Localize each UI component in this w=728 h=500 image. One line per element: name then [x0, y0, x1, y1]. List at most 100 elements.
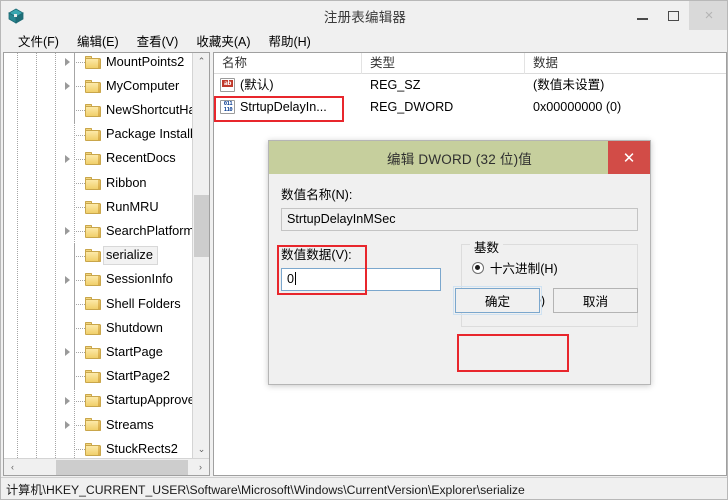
expand-arrow-icon[interactable]: [65, 227, 70, 236]
folder-icon: [85, 297, 101, 311]
tree-item-shell-folders[interactable]: Shell Folders: [4, 291, 192, 317]
dialog-row-data-base: 数值数据(V): 0 基数 十六进制(H) 十进制(D): [281, 237, 638, 327]
column-header-type[interactable]: 类型: [362, 53, 525, 74]
tree-connector-line: [74, 352, 85, 354]
tree-item-stuckrects2[interactable]: StuckRects2: [4, 437, 192, 458]
tree-scroll-up-button[interactable]: ⌃: [193, 53, 209, 70]
tree-item-label: StartPage2: [106, 368, 171, 384]
tree-item-newshortcuthan[interactable]: NewShortcutHan: [4, 98, 192, 123]
radio-hexadecimal[interactable]: 十六进制(H): [471, 258, 627, 277]
tree-guide-line: [74, 437, 75, 458]
close-button[interactable]: ×: [689, 1, 727, 30]
column-header-name[interactable]: 名称: [214, 53, 362, 74]
registry-values-list: ab (默认) REG_SZ (数值未设置) 011 110 StrtupDelayIn..…: [214, 74, 726, 118]
tree-scroll-thumb[interactable]: [194, 195, 209, 257]
tree-connector-line: [74, 328, 85, 330]
cancel-button[interactable]: 取消: [553, 288, 638, 313]
tree-item-label: RecentDocs: [106, 150, 176, 166]
maximize-button[interactable]: [658, 1, 689, 30]
tree-item-startupapproved[interactable]: StartupApproved: [4, 388, 192, 413]
folder-icon: [85, 200, 101, 214]
expand-arrow-icon[interactable]: [65, 154, 70, 163]
tree-item-label: StartupApproved: [106, 392, 192, 408]
expand-arrow-icon[interactable]: [65, 396, 70, 405]
edit-dword-dialog: 编辑 DWORD (32 位)值 ✕ 数值名称(N): StrtupDelayI…: [268, 140, 651, 385]
tree-scroll-right-button[interactable]: ›: [192, 459, 209, 476]
dialog-close-button[interactable]: ✕: [608, 141, 650, 174]
value-data-text: 0: [287, 272, 295, 286]
tree-item-startpage[interactable]: StartPage: [4, 340, 192, 365]
tree-item-label: serialize: [103, 246, 158, 265]
dialog-body: 数值名称(N): StrtupDelayInMSec 数值数据(V): 0 基数…: [269, 174, 650, 327]
string-value-icon: ab: [220, 78, 235, 92]
value-data-input[interactable]: 0: [281, 268, 441, 291]
tree-item-searchplatform[interactable]: SearchPlatform: [4, 219, 192, 244]
tree-item-label: StuckRects2: [106, 440, 178, 456]
folder-icon: [85, 249, 101, 263]
tree-item-ribbon[interactable]: Ribbon: [4, 170, 192, 196]
tree-connector-line: [74, 424, 85, 426]
folder-icon: [85, 55, 101, 69]
tree-connector-line: [74, 86, 85, 88]
folder-icon: [85, 176, 101, 190]
tree-guide-line: [74, 53, 75, 75]
ok-button[interactable]: 确定: [453, 286, 542, 315]
column-header-data[interactable]: 数据: [525, 53, 726, 74]
registry-editor-window: 注册表编辑器 × 文件(F) 编辑(E) 查看(V) 收藏夹(A) 帮助(H): [0, 0, 728, 500]
value-name-label: 数值名称(N):: [281, 188, 353, 202]
radio-hexadecimal-icon: [471, 261, 484, 274]
folder-icon: [85, 128, 101, 142]
tree-item-package-installat[interactable]: Package Installat: [4, 122, 192, 147]
tree-item-shutdown[interactable]: Shutdown: [4, 316, 192, 341]
tree-connector-line: [74, 110, 85, 112]
tree-scroll-down-button[interactable]: ⌄: [193, 441, 209, 458]
folder-icon: [85, 345, 101, 359]
tree-item-mycomputer[interactable]: MyComputer: [4, 74, 192, 99]
registry-tree[interactable]: MountPoints2 MyComputer NewShortcutHan Pack…: [4, 53, 192, 458]
registry-editor-icon: [6, 6, 26, 26]
tree-item-label: SearchPlatform: [106, 223, 192, 238]
tree-item-recentdocs[interactable]: RecentDocs: [4, 146, 192, 171]
tree-scroll-left-button[interactable]: ‹: [4, 459, 21, 476]
menu-item-view[interactable]: 查看(V): [128, 29, 188, 53]
menu-bar: 文件(F) 编辑(E) 查看(V) 收藏夹(A) 帮助(H): [1, 29, 727, 53]
tree-connector-line: [74, 158, 85, 160]
dialog-title-bar: 编辑 DWORD (32 位)值 ✕: [269, 141, 650, 174]
menu-item-edit[interactable]: 编辑(E): [68, 29, 128, 53]
expand-arrow-icon[interactable]: [65, 348, 70, 357]
text-caret: [295, 272, 297, 285]
tree-item-label: NewShortcutHan: [106, 102, 192, 118]
folder-icon: [85, 321, 101, 335]
menu-item-favorites[interactable]: 收藏夹(A): [187, 29, 259, 53]
folder-icon: [85, 418, 101, 432]
expand-arrow-icon[interactable]: [65, 420, 70, 429]
menu-item-help[interactable]: 帮助(H): [259, 29, 319, 53]
minimize-button[interactable]: [627, 1, 658, 30]
folder-icon: [85, 224, 101, 238]
expand-arrow-icon[interactable]: [65, 275, 70, 284]
tree-horizontal-scrollbar[interactable]: ‹ ›: [4, 458, 209, 475]
radio-hexadecimal-label: 十六进制(H): [489, 262, 558, 276]
tree-connector-line: [74, 279, 85, 281]
tree-hscroll-thumb[interactable]: [56, 460, 188, 475]
expand-arrow-icon[interactable]: [65, 82, 70, 91]
tree-item-runmru[interactable]: RunMRU: [4, 195, 192, 220]
table-row[interactable]: 011 110 StrtupDelayIn... REG_DWORD 0x0000000…: [214, 96, 726, 118]
tree-item-startpage2[interactable]: StartPage2: [4, 364, 192, 389]
expand-arrow-icon[interactable]: [65, 58, 70, 66]
tree-connector-line: [74, 182, 85, 184]
tree-item-streams[interactable]: Streams: [4, 412, 192, 437]
tree-item-sessioninfo[interactable]: SessionInfo: [4, 267, 192, 292]
tree-item-label: RunMRU: [106, 198, 159, 214]
cell-data: (数值未设置): [533, 78, 605, 92]
tree-item-mountpoints2[interactable]: MountPoints2: [4, 53, 192, 75]
tree-connector-line: [74, 134, 85, 136]
value-name-input[interactable]: StrtupDelayInMSec: [281, 208, 638, 231]
table-row[interactable]: ab (默认) REG_SZ (数值未设置): [214, 74, 726, 96]
tree-item-serialize[interactable]: serialize: [4, 243, 192, 268]
tree-connector-line: [74, 376, 85, 378]
tree-item-label: StartPage: [106, 343, 163, 359]
tree-vertical-scrollbar[interactable]: ⌃ ⌄: [192, 53, 209, 458]
dialog-title: 编辑 DWORD (32 位)值: [387, 151, 532, 167]
menu-item-file[interactable]: 文件(F): [9, 29, 68, 53]
